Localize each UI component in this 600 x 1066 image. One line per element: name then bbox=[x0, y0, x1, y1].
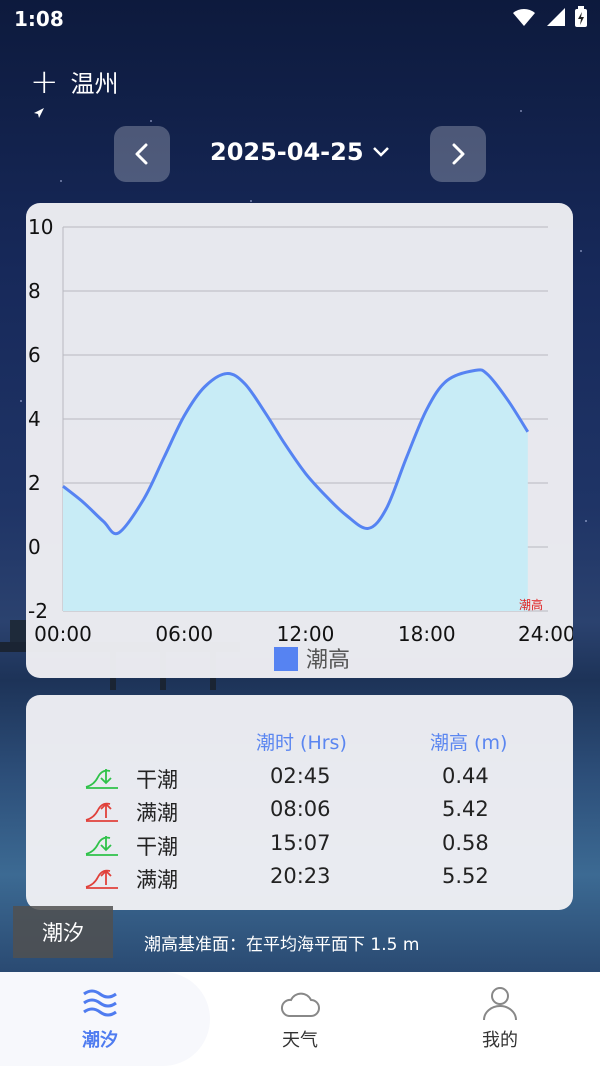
date-picker[interactable]: 2025-04-25 bbox=[210, 138, 390, 166]
tide-type: 满潮 bbox=[136, 868, 178, 892]
tide-area bbox=[63, 369, 528, 611]
chevron-left-icon bbox=[135, 143, 148, 165]
tab-tide-label: 潮汐 bbox=[82, 1030, 118, 1051]
tide-type: 干潮 bbox=[136, 835, 178, 859]
city-selector[interactable]: + 温州 bbox=[30, 64, 119, 99]
tide-type: 干潮 bbox=[136, 768, 178, 792]
chevron-right-icon bbox=[452, 143, 465, 165]
chevron-down-icon bbox=[372, 147, 389, 157]
waves-icon bbox=[83, 989, 117, 1017]
y-tick-label: 6 bbox=[28, 343, 41, 367]
high-tide-icon bbox=[85, 802, 118, 822]
y-tick-label: 2 bbox=[28, 471, 41, 495]
status-bar: 1:08 bbox=[0, 0, 600, 40]
column-header-height: 潮高 (m) bbox=[430, 732, 508, 754]
low-tide-icon bbox=[85, 769, 118, 789]
tide-row: 干潮 15:07 0.58 bbox=[0, 831, 600, 861]
column-header-time: 潮时 (Hrs) bbox=[256, 732, 347, 754]
tab-profile-label: 我的 bbox=[482, 1030, 518, 1051]
tab-tide[interactable]: 潮汐 bbox=[40, 986, 160, 1052]
tab-profile[interactable]: 我的 bbox=[440, 986, 560, 1052]
tide-row: 满潮 08:06 5.42 bbox=[0, 797, 600, 827]
x-tick-label: 00:00 bbox=[34, 622, 92, 646]
y-tick-label: 4 bbox=[28, 407, 41, 431]
x-tick-label: 06:00 bbox=[155, 622, 213, 646]
tab-weather-label: 天气 bbox=[282, 1030, 318, 1051]
low-tide-icon bbox=[85, 836, 118, 856]
next-day-button[interactable] bbox=[430, 126, 486, 182]
previous-day-button[interactable] bbox=[114, 126, 170, 182]
y-tick-label: 8 bbox=[28, 279, 41, 303]
tide-row: 满潮 20:23 5.52 bbox=[0, 864, 600, 894]
x-tick-label: 18:00 bbox=[398, 622, 456, 646]
x-tick-label: 24:00 bbox=[518, 622, 573, 646]
legend-label: 潮高 bbox=[306, 648, 350, 673]
legend-swatch bbox=[274, 647, 298, 671]
cloud-icon bbox=[280, 992, 320, 1017]
tide-chart: 10 8 6 4 2 0 -2 00:00 06:00 12:00 18:00 24:00 潮高 潮… bbox=[28, 215, 576, 673]
tide-row: 干潮 02:45 0.44 bbox=[0, 764, 600, 794]
signal-icon bbox=[547, 8, 565, 26]
tide-type: 满潮 bbox=[136, 801, 178, 825]
date-label: 2025-04-25 bbox=[210, 138, 364, 166]
battery-icon bbox=[575, 6, 587, 27]
y-tick-label: 0 bbox=[28, 535, 41, 559]
tab-weather[interactable]: 天气 bbox=[240, 986, 360, 1052]
tide-height: 0.58 bbox=[442, 831, 489, 855]
y-tick-label: -2 bbox=[28, 599, 48, 623]
tide-time: 15:07 bbox=[270, 831, 331, 855]
datum-note: 潮高基准面：在平均海平面下 1.5 m bbox=[144, 935, 420, 955]
high-tide-icon bbox=[85, 869, 118, 889]
y-tick-label: 10 bbox=[28, 215, 53, 239]
series-corner-label: 潮高 bbox=[519, 597, 543, 612]
person-icon bbox=[483, 987, 517, 1021]
tide-tag: 潮汐 bbox=[13, 906, 113, 958]
tide-chart-card: 10 8 6 4 2 0 -2 00:00 06:00 12:00 18:00 24:00 潮高 潮… bbox=[26, 203, 576, 678]
status-time: 1:08 bbox=[14, 7, 64, 31]
tide-height: 5.42 bbox=[442, 797, 489, 821]
city-name: 温州 bbox=[70, 70, 119, 98]
tide-time: 08:06 bbox=[270, 797, 331, 821]
tide-time: 20:23 bbox=[270, 864, 331, 888]
tide-time: 02:45 bbox=[270, 764, 331, 788]
tide-height: 0.44 bbox=[442, 764, 489, 788]
bottom-tab-bar: 潮汐 天气 我的 bbox=[0, 972, 600, 1066]
wifi-icon bbox=[513, 8, 535, 26]
add-city-icon[interactable]: + bbox=[30, 65, 59, 99]
tide-height: 5.52 bbox=[442, 864, 489, 888]
location-arrow-icon bbox=[34, 108, 44, 118]
x-tick-label: 12:00 bbox=[277, 622, 335, 646]
